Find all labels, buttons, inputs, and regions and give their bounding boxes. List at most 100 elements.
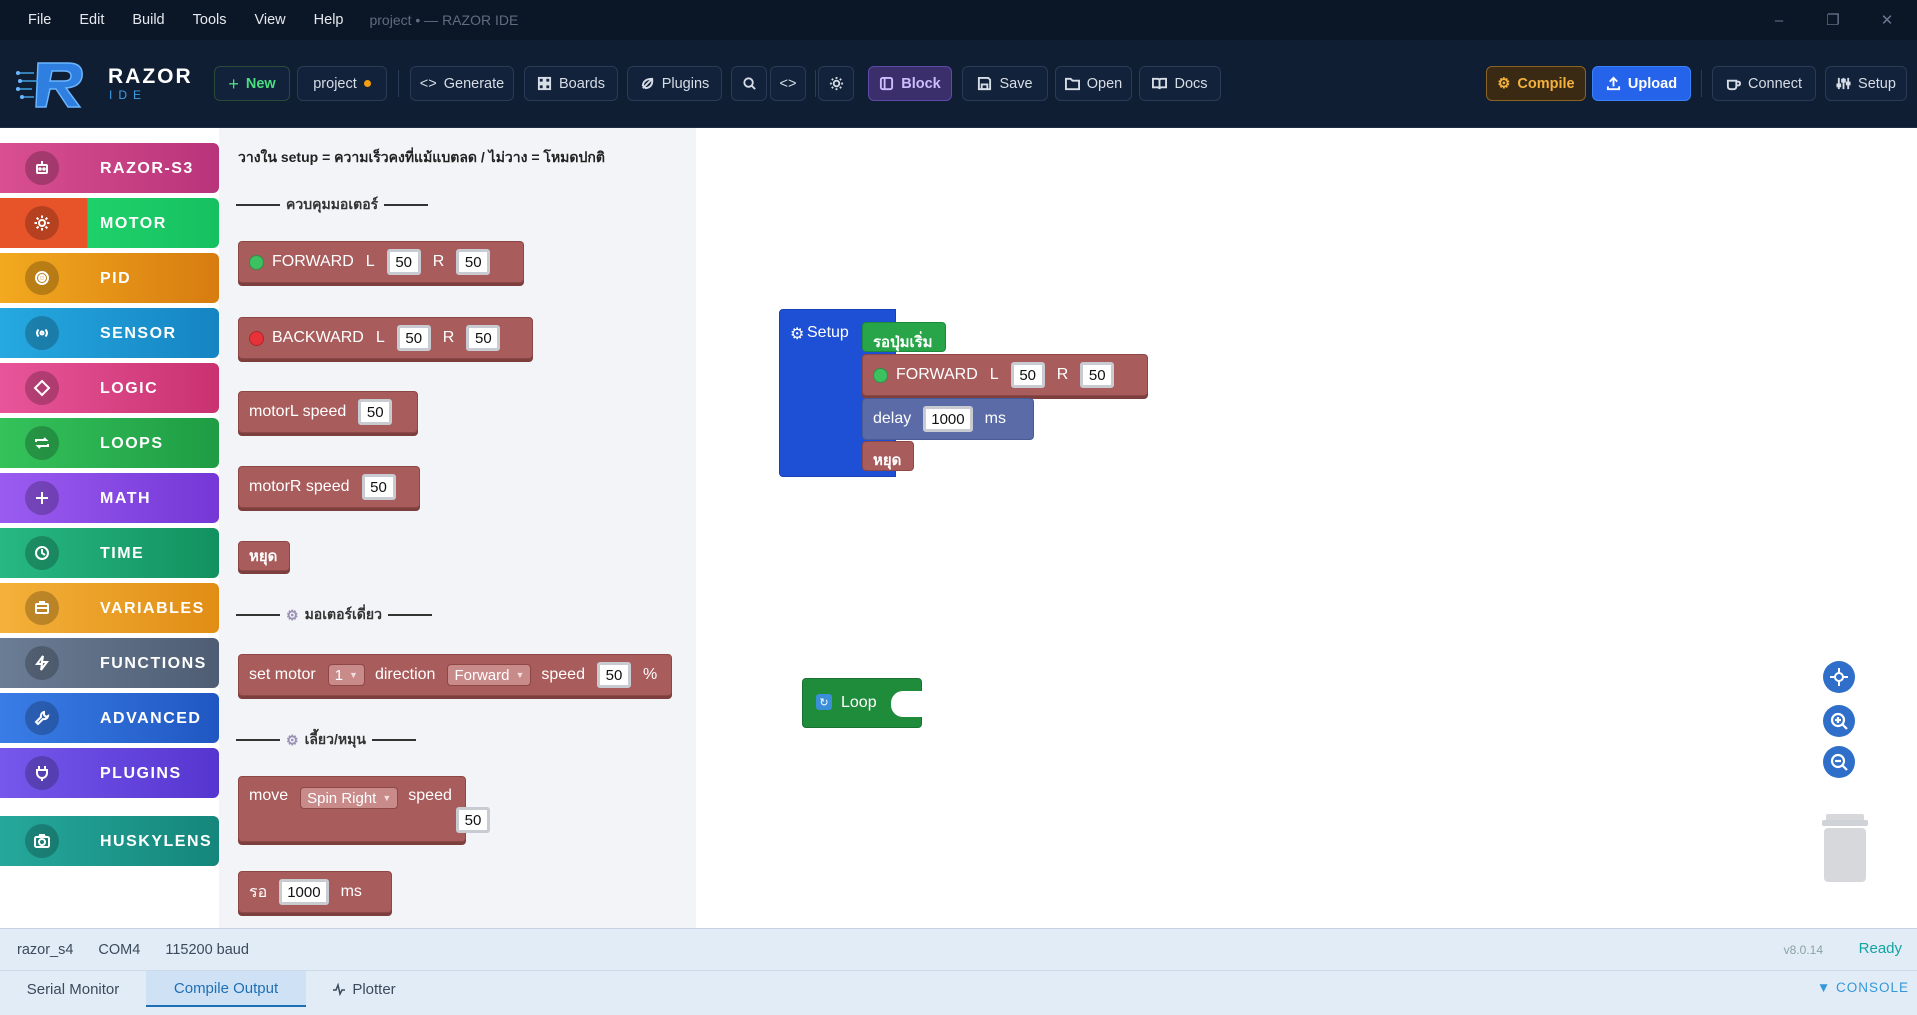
new-button[interactable]: + New bbox=[214, 66, 290, 101]
zoom-out-button[interactable] bbox=[1823, 746, 1855, 778]
right-speed-input[interactable]: 50 bbox=[456, 249, 491, 275]
block-view-button[interactable]: Block bbox=[868, 66, 952, 101]
upload-button[interactable]: Upload bbox=[1592, 66, 1691, 101]
boards-button[interactable]: Boards bbox=[524, 66, 618, 101]
section-header-motor: ควบคุมมอเตอร์ bbox=[236, 194, 429, 216]
dropdown-value: 1 bbox=[334, 666, 344, 684]
category-loops[interactable]: LOOPS bbox=[0, 418, 219, 468]
floppy-icon bbox=[978, 76, 992, 91]
board-name: razor_s4 bbox=[17, 941, 74, 958]
category-pid[interactable]: PID bbox=[0, 253, 219, 303]
motor-number-dropdown[interactable]: 1 ▼ bbox=[327, 664, 365, 686]
category-plugins[interactable]: PLUGINS bbox=[0, 748, 219, 798]
status-bar: razor_s4 COM4 115200 baud v8.0.14 Ready bbox=[0, 928, 1917, 970]
tab-serial-monitor[interactable]: Serial Monitor bbox=[0, 971, 146, 1007]
category-time[interactable]: TIME bbox=[0, 528, 219, 578]
app-window: File Edit Build Tools View Help project … bbox=[0, 0, 1917, 1015]
project-label: project bbox=[313, 75, 357, 92]
menu-file[interactable]: File bbox=[24, 12, 55, 28]
menu-build[interactable]: Build bbox=[128, 12, 168, 28]
search-button[interactable] bbox=[731, 66, 767, 101]
save-button[interactable]: Save bbox=[962, 66, 1048, 101]
category-logic[interactable]: LOGIC bbox=[0, 363, 219, 413]
open-button[interactable]: Open bbox=[1055, 66, 1132, 101]
open-label: Open bbox=[1086, 75, 1123, 92]
delay-ms-input[interactable]: 1000 bbox=[923, 406, 973, 432]
theme-toggle-button[interactable] bbox=[818, 66, 854, 101]
menu-edit[interactable]: Edit bbox=[75, 12, 108, 28]
tab-plotter[interactable]: Plotter bbox=[318, 971, 410, 1007]
block-label: FORWARD bbox=[896, 366, 978, 383]
stop-block[interactable]: หยุด bbox=[862, 441, 914, 471]
category-advanced[interactable]: ADVANCED bbox=[0, 693, 219, 743]
left-speed-input[interactable]: 50 bbox=[396, 325, 431, 351]
toolbar: RAZOR IDE + New project <> Generate Boar… bbox=[0, 40, 1917, 128]
wait-ms-input[interactable]: 1000 bbox=[279, 879, 329, 905]
category-functions[interactable]: FUNCTIONS bbox=[0, 638, 219, 688]
motorL-speed-block[interactable]: motorL speed 50 bbox=[238, 391, 418, 433]
project-tab[interactable]: project bbox=[297, 66, 387, 101]
param-label: L bbox=[365, 253, 375, 270]
clock-icon bbox=[25, 536, 59, 570]
set-motor-block[interactable]: set motor 1 ▼ direction Forward ▼ speed 50… bbox=[238, 654, 672, 696]
loop-statement-slot[interactable] bbox=[891, 691, 931, 717]
category-label: ADVANCED bbox=[100, 710, 202, 727]
right-speed-input[interactable]: 50 bbox=[466, 325, 501, 351]
console-panel: Serial Monitor Compile Output Plotter ▼ … bbox=[0, 970, 1917, 1015]
setup-button[interactable]: Setup bbox=[1825, 66, 1907, 101]
move-speed-input[interactable]: 50 bbox=[456, 807, 490, 833]
left-speed-input[interactable]: 50 bbox=[1010, 362, 1045, 388]
speed-input[interactable]: 50 bbox=[596, 662, 631, 688]
recenter-button[interactable] bbox=[1823, 661, 1855, 693]
grid-icon bbox=[537, 76, 552, 91]
left-speed-input[interactable]: 50 bbox=[386, 249, 421, 275]
category-variables[interactable]: VARIABLES bbox=[0, 583, 219, 633]
delay-block[interactable]: delay 1000 ms bbox=[862, 398, 1034, 440]
maximize-icon[interactable]: ❐ bbox=[1821, 11, 1845, 29]
category-huskylens[interactable]: HUSKYLENS bbox=[0, 816, 219, 866]
move-mode-dropdown[interactable]: Spin Right ▼ bbox=[300, 787, 399, 809]
category-motor[interactable]: MOTOR bbox=[0, 198, 219, 248]
minimize-icon[interactable]: – bbox=[1767, 12, 1791, 29]
console-toggle[interactable]: ▼ CONSOLE bbox=[1817, 980, 1909, 995]
category-sensor[interactable]: SENSOR bbox=[0, 308, 219, 358]
backward-block[interactable]: BACKWARD L 50 R 50 bbox=[238, 317, 533, 359]
wait-button-block[interactable]: รอปุ่มเริ่ม bbox=[862, 322, 946, 352]
caret-down-icon: ▼ bbox=[515, 670, 525, 680]
repeat-icon bbox=[25, 426, 59, 460]
category-math[interactable]: MATH bbox=[0, 473, 219, 523]
menu-tools[interactable]: Tools bbox=[189, 12, 231, 28]
menu-view[interactable]: View bbox=[250, 12, 289, 28]
connect-button[interactable]: Connect bbox=[1712, 66, 1816, 101]
section-header-turn: ⚙ เลี้ยว/หมุน bbox=[236, 729, 416, 751]
param-label: L bbox=[989, 366, 999, 383]
category-label: RAZOR-S3 bbox=[100, 160, 194, 177]
generate-button[interactable]: <> Generate bbox=[410, 66, 514, 101]
speed-input[interactable]: 50 bbox=[358, 399, 393, 425]
category-razor-s3[interactable]: RAZOR-S3 bbox=[0, 143, 219, 193]
direction-dropdown[interactable]: Forward ▼ bbox=[447, 664, 532, 686]
close-icon[interactable]: ✕ bbox=[1875, 11, 1899, 29]
tab-compile-output[interactable]: Compile Output bbox=[146, 971, 306, 1007]
menu-help[interactable]: Help bbox=[310, 12, 348, 28]
right-speed-input[interactable]: 50 bbox=[1080, 362, 1115, 388]
block-workspace[interactable]: ⚙ Setup รอปุ่มเริ่ม FORWARD L 50 R 50 de… bbox=[696, 128, 1917, 928]
code-view-button[interactable]: <> bbox=[770, 66, 806, 101]
stop-block[interactable]: หยุด bbox=[238, 541, 290, 571]
forward-block[interactable]: FORWARD L 50 R 50 bbox=[238, 241, 524, 283]
block-label: set motor bbox=[249, 666, 316, 683]
param-label: speed bbox=[408, 787, 452, 804]
wait-block[interactable]: รอ 1000 ms bbox=[238, 871, 392, 913]
motorR-speed-block[interactable]: motorR speed 50 bbox=[238, 466, 420, 508]
forward-block[interactable]: FORWARD L 50 R 50 bbox=[862, 354, 1148, 396]
zoom-in-button[interactable] bbox=[1823, 705, 1855, 737]
speed-input[interactable]: 50 bbox=[361, 474, 396, 500]
toolbar-divider bbox=[815, 70, 816, 97]
docs-button[interactable]: Docs bbox=[1139, 66, 1221, 101]
loop-block[interactable]: ↻ Loop bbox=[802, 678, 931, 728]
trash-can[interactable] bbox=[1820, 812, 1870, 884]
move-block[interactable]: move Spin Right ▼ speed bbox=[238, 776, 466, 842]
target-icon bbox=[25, 261, 59, 295]
plugins-button[interactable]: Plugins bbox=[627, 66, 722, 101]
compile-button[interactable]: ⚙ Compile bbox=[1486, 66, 1586, 101]
